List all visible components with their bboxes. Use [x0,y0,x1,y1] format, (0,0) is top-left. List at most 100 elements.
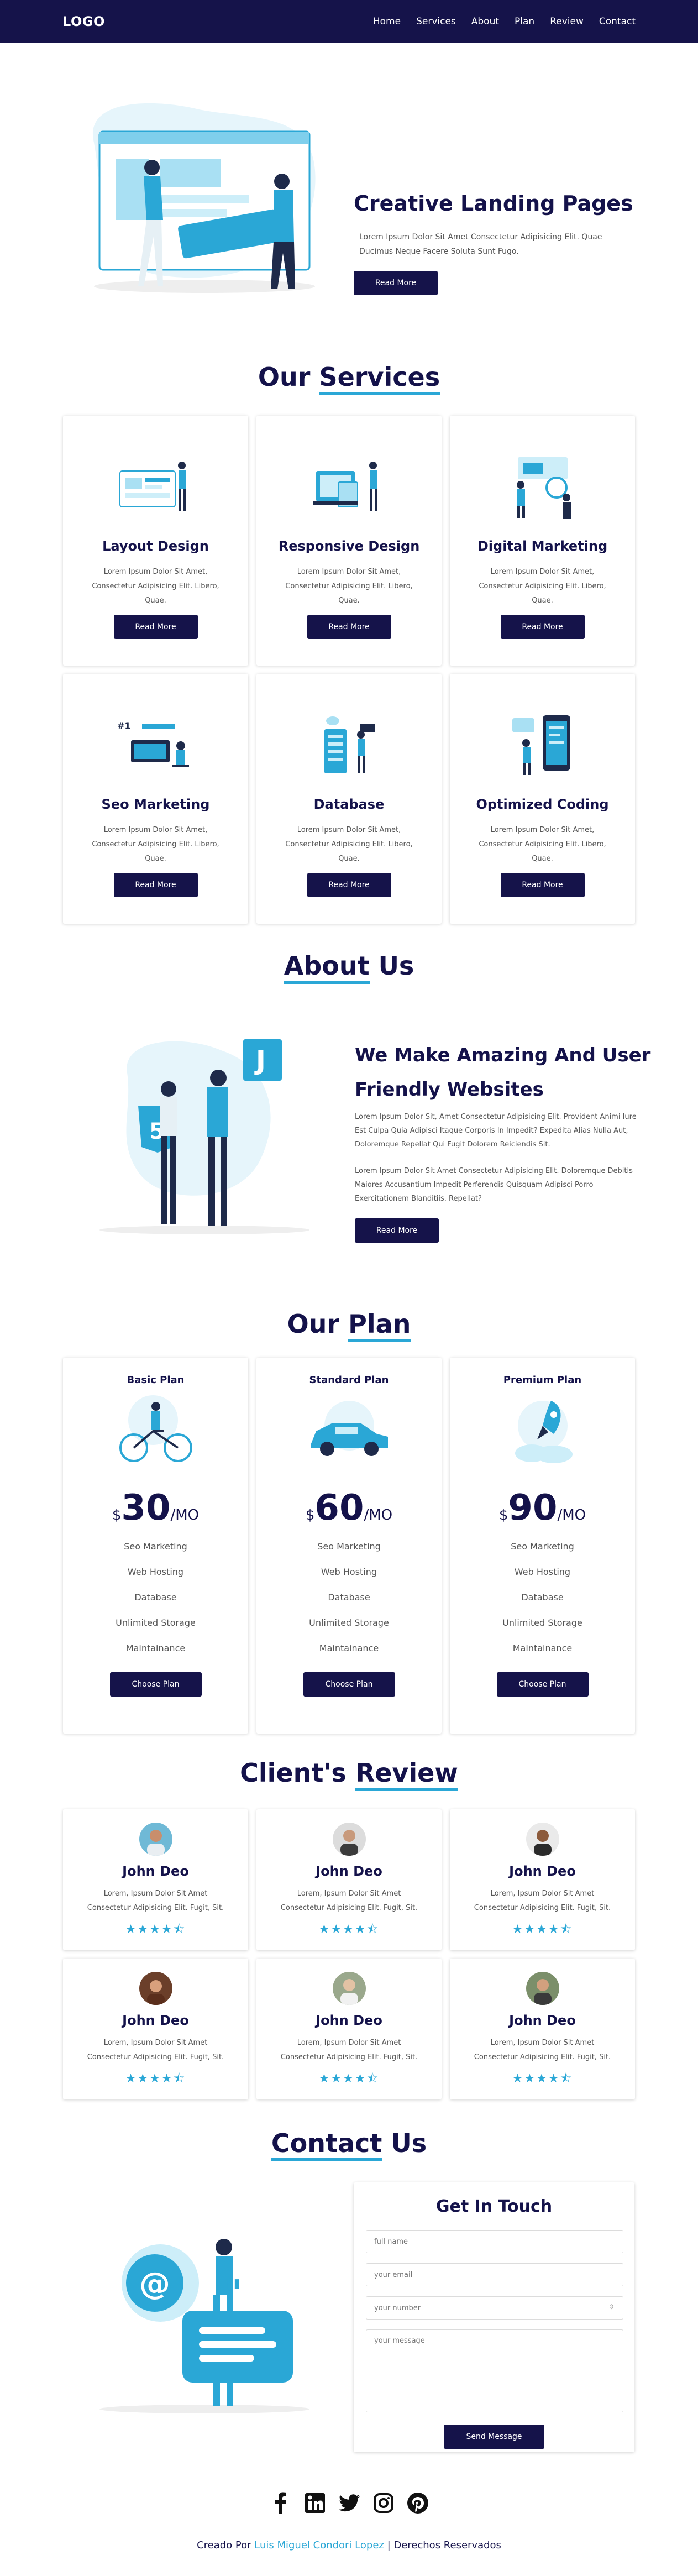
review-title: Client's Review [0,1758,698,1791]
plan-features: Seo Marketing Web Hosting Database Unlim… [63,1534,248,1661]
service-title: Digital Marketing [477,538,608,554]
read-more-button[interactable]: Read More [500,873,585,897]
review-card: John Deo Lorem, Ipsum Dolor Sit Amet Con… [450,1809,635,1950]
read-more-button[interactable]: Read More [307,873,391,897]
footer-prefix: Creado Por [197,2540,255,2551]
service-card-digital-marketing: Digital Marketing Lorem Ipsum Dolor Sit … [450,416,635,666]
nav-link-review[interactable]: Review [550,16,584,27]
service-card-layout-design: Layout Design Lorem Ipsum Dolor Sit Amet… [63,416,248,666]
nav-link-about[interactable]: About [471,16,499,27]
choose-plan-button[interactable]: Choose Plan [109,1672,202,1697]
read-more-button[interactable]: Read More [500,615,585,639]
review-card: John Deo Lorem, Ipsum Dolor Sit Amet Con… [256,1809,442,1950]
optimized-coding-illustration [512,715,570,775]
service-title: Responsive Design [278,538,420,554]
price-amount: 90 [508,1488,558,1528]
plan-feature: Unlimited Storage [502,1617,582,1628]
review-text: Lorem, Ipsum Dolor Sit Amet Consectetur … [474,1889,611,1912]
services-title-plain: Our [258,362,319,392]
svg-text:#1: #1 [117,721,131,731]
plan-title-underlined: Plan [348,1309,411,1342]
car-illustration [310,1401,388,1456]
logo[interactable]: LOGO [62,14,105,29]
service-title: Layout Design [102,538,209,554]
review-card: John Deo Lorem, Ipsum Dolor Sit Amet Con… [63,1809,248,1950]
about-title: About Us [0,951,698,984]
navbar: LOGO Home Services About Plan Review Con… [0,0,698,43]
choose-plan-button[interactable]: Choose Plan [496,1672,589,1697]
avatar [139,1972,172,2005]
about-title-underlined: About [284,951,370,984]
pinterest-icon[interactable] [407,2492,429,2514]
plan-feature: Database [328,1592,370,1603]
reviewer-name: John Deo [509,2013,576,2028]
nav-link-home[interactable]: Home [373,16,401,27]
instagram-icon[interactable] [372,2492,395,2514]
service-text: Lorem Ipsum Dolor Sit Amet, Consectetur … [479,568,606,605]
service-text: Lorem Ipsum Dolor Sit Amet, Consectetur … [285,826,413,863]
read-more-button[interactable]: Read More [307,615,391,639]
message-field[interactable] [366,2329,623,2412]
read-more-button[interactable]: Read More [113,873,198,897]
price-currency: $ [498,1507,508,1523]
read-more-button[interactable]: Read More [113,615,198,639]
service-title: Optimized Coding [476,797,609,812]
bicycle-illustration [119,1395,192,1462]
hero-read-more-button[interactable]: Read More [354,271,438,295]
review-text: Lorem, Ipsum Dolor Sit Amet Consectetur … [280,2039,418,2061]
twitter-icon[interactable] [338,2492,360,2514]
form-title: Get In Touch [435,2197,553,2216]
facebook-icon[interactable] [270,2492,292,2514]
plan-card-standard: Standard Plan $60/MO Seo Marketing Web H… [256,1358,442,1734]
avatar [526,1972,559,2005]
plan-card-premium: Premium Plan $90/MO Seo Marketing Web Ho… [450,1358,635,1734]
plan-feature: Seo Marketing [511,1541,574,1552]
author-link[interactable]: Luis Miguel Condori Lopez [254,2540,384,2551]
number-spinner-icon[interactable]: ⇳ [609,2303,615,2311]
linkedin-icon[interactable] [304,2492,326,2514]
responsive-design-illustration [313,462,377,511]
plan-feature: Seo Marketing [317,1541,381,1552]
about-paragraph-1: Lorem Ipsum Dolor Sit, Amet Consectetur … [355,1113,637,1149]
svg-text:@: @ [139,2266,170,2302]
full-name-field[interactable] [366,2230,623,2253]
plan-feature: Seo Marketing [124,1541,187,1552]
svg-text:": " [224,2273,242,2314]
about-read-more-button[interactable]: Read More [355,1218,439,1243]
plan-features: Seo Marketing Web Hosting Database Unlim… [450,1534,635,1661]
plan-feature: Web Hosting [127,1567,184,1577]
star-rating: ★★★★⯪ [125,2072,186,2086]
reviewer-name: John Deo [509,1863,576,1879]
plan-feature: Database [134,1592,177,1603]
price-amount: 30 [121,1488,171,1528]
send-message-button[interactable]: Send Message [444,2425,544,2449]
choose-plan-button[interactable]: Choose Plan [303,1672,395,1697]
reviewer-name: John Deo [122,2013,189,2028]
services-title: Our Services [0,362,698,395]
nav-link-services[interactable]: Services [416,16,456,27]
nav-link-contact[interactable]: Contact [599,16,636,27]
contact-title: Contact Us [0,2128,698,2161]
contact-illustration: @ " [99,2239,309,2413]
phone-number-field[interactable] [366,2296,623,2320]
contact-title-underlined: Contact [271,2128,382,2161]
reviewer-name: John Deo [316,2013,382,2028]
plan-feature: Unlimited Storage [116,1617,196,1628]
layout-design-illustration [119,462,186,511]
star-rating: ★★★★⯪ [318,2072,380,2086]
hero-illustration [92,103,316,293]
service-text: Lorem Ipsum Dolor Sit Amet, Consectetur … [479,826,606,863]
star-rating: ★★★★⯪ [512,2072,573,2086]
about-heading: We Make Amazing And User Friendly Websit… [355,1044,651,1101]
plan-name: Basic Plan [127,1374,185,1386]
service-card-responsive-design: Responsive Design Lorem Ipsum Dolor Sit … [256,416,442,666]
about-illustration: J 5 [99,1039,309,1234]
nav-links: Home Services About Plan Review Contact [373,16,636,27]
plan-feature: Web Hosting [321,1567,377,1577]
star-rating: ★★★★⯪ [512,1923,573,1936]
hero-title: Creative Landing Pages [354,191,633,216]
nav-link-plan[interactable]: Plan [515,16,534,27]
review-card: John Deo Lorem, Ipsum Dolor Sit Amet Con… [450,1959,635,2099]
email-field[interactable] [366,2263,623,2286]
service-card-seo-marketing: #1 Seo Marketing Lorem Ipsum Dolor Sit A… [63,674,248,924]
